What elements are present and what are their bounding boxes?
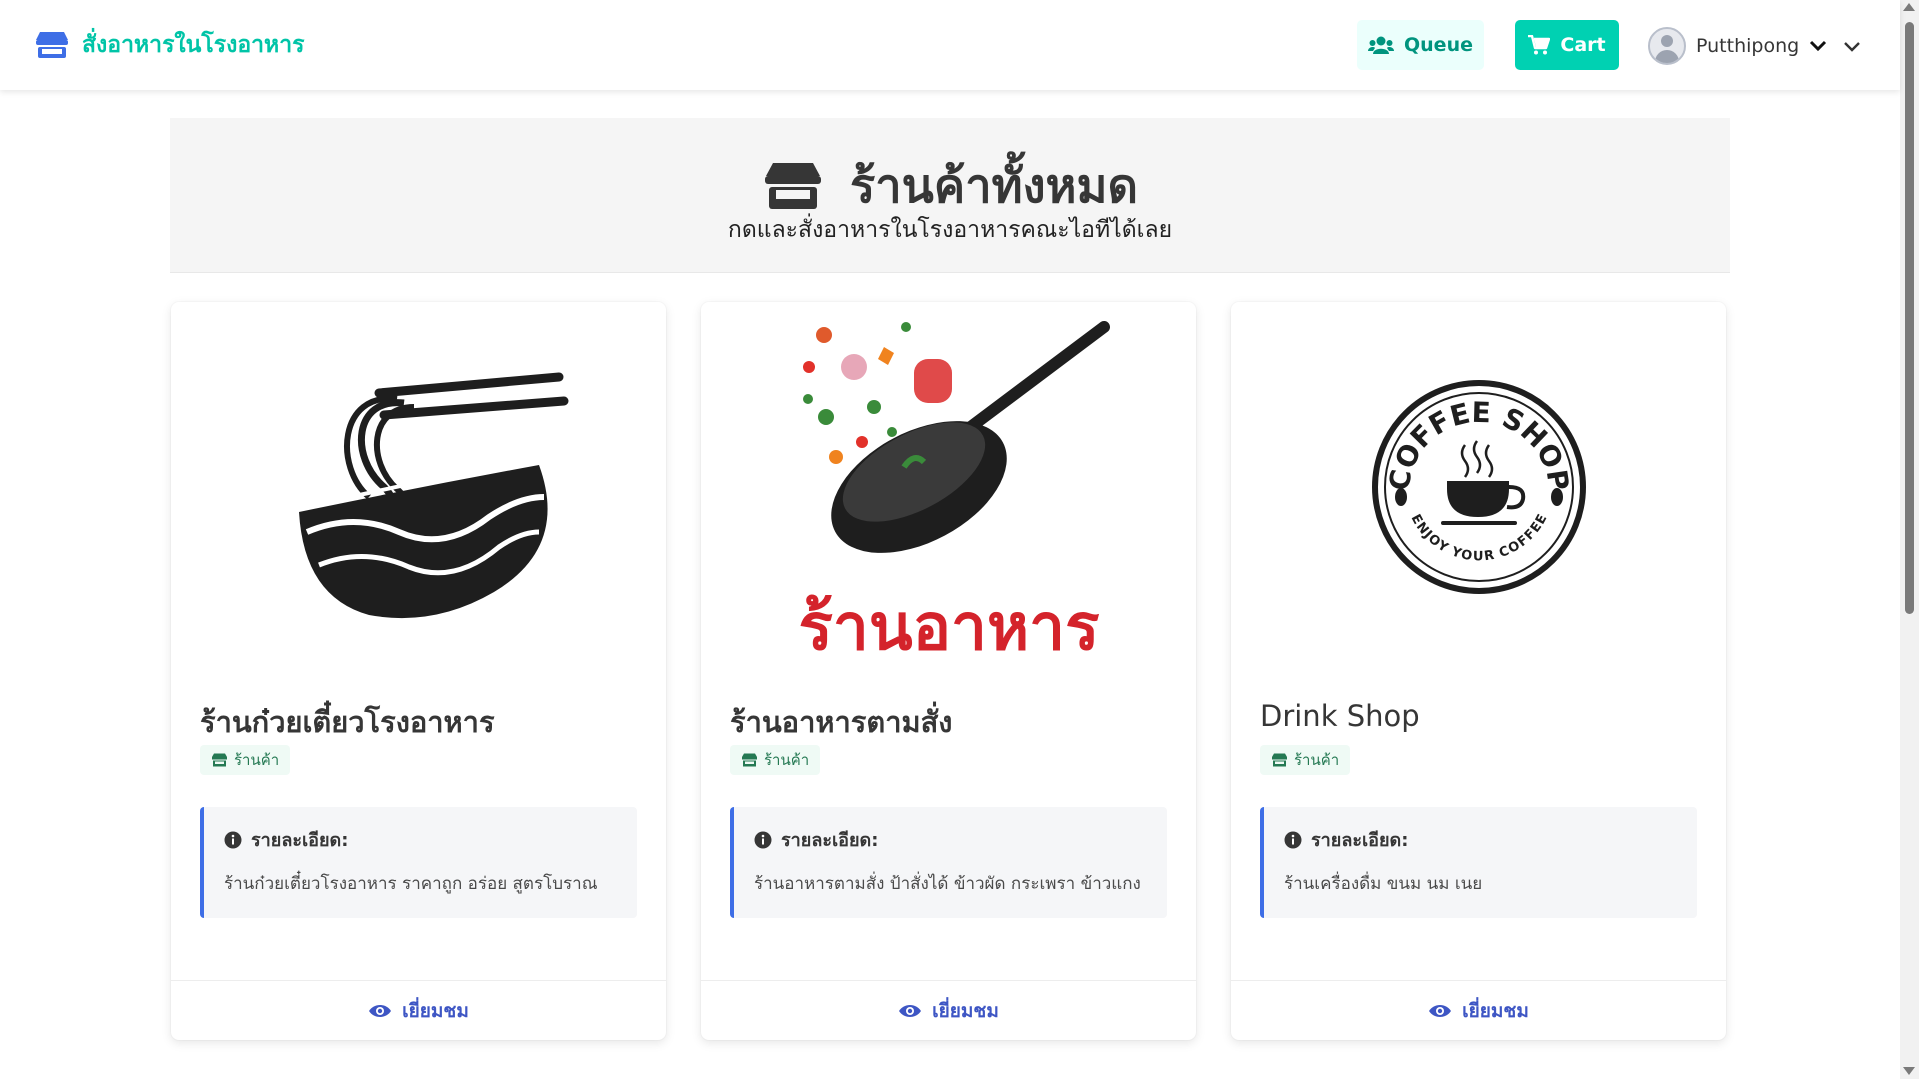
info-icon <box>1284 831 1302 848</box>
shop-image: COFFEE SHOP ENJOY YOUR COFFEE <box>1231 302 1726 672</box>
eye-icon <box>899 1005 922 1017</box>
brand-title: สั่งอาหารในโรงอาหาร <box>82 32 305 58</box>
description-label: รายละเอียด: <box>781 830 879 851</box>
page-scrollbar[interactable] <box>1900 0 1919 1079</box>
description-header: รายละเอียด: <box>1284 825 1677 854</box>
description-label: รายละเอียด: <box>251 830 349 851</box>
shop-tag: ร้านค้า <box>1260 745 1351 775</box>
coffee-shop-logo: COFFEE SHOP ENJOY YOUR COFFEE <box>1371 380 1586 594</box>
avatar <box>1648 27 1686 65</box>
wok-restaurant-logo: ร้านอาหาร <box>798 321 1110 665</box>
visit-label: เยี่ยมชม <box>1462 1000 1529 1022</box>
shop-image: ร้านอาหาร <box>701 302 1196 672</box>
brand-link[interactable]: สั่งอาหารในโรงอาหาร <box>34 27 304 63</box>
shop-card: ร้านอาหาร ร้านอาหารตามสั่ง ร้านค้า รายละ… <box>701 302 1196 1040</box>
visit-button[interactable]: เยี่ยมชม <box>1231 980 1726 1041</box>
queue-label: Queue <box>1404 34 1473 56</box>
scroll-thumb[interactable] <box>1905 22 1914 614</box>
description-header: รายละเอียด: <box>224 825 617 854</box>
info-icon <box>224 831 242 848</box>
page-subtitle: กดและสั่งอาหารในโรงอาหารคณะไอทีได้เลย <box>727 217 1173 243</box>
restaurant-logo-text: ร้านอาหาร <box>798 591 1099 665</box>
shop-title: Drink Shop <box>1260 699 1420 733</box>
shop-card: ร้านก๋วยเตี๋ยวโรงอาหาร ร้านค้า รายละเอีย… <box>171 302 666 1040</box>
cart-button[interactable]: Cart <box>1515 20 1619 70</box>
user-menu[interactable]: Putthipong <box>1648 24 1861 68</box>
shop-card: COFFEE SHOP ENJOY YOUR COFFEE Drink Shop… <box>1231 302 1726 1040</box>
hero-banner: ร้านค้าทั้งหมด กดและสั่งอาหารในโรงอาหารค… <box>170 118 1730 273</box>
shop-image <box>171 302 666 672</box>
top-navbar: สั่งอาหารในโรงอาหาร Queue Cart Putthipon… <box>0 0 1900 90</box>
shop-description: ร้านอาหารตามสั่ง ป้าสั่งได้ ข้าวผัด กระเ… <box>754 874 1141 894</box>
shop-description-box: รายละเอียด: ร้านอาหารตามสั่ง ป้าสั่งได้ … <box>730 807 1167 918</box>
scroll-down-arrow[interactable] <box>1903 1067 1915 1075</box>
store-icon <box>764 162 821 209</box>
store-icon <box>36 32 68 58</box>
visit-button[interactable]: เยี่ยมชม <box>701 980 1196 1041</box>
shop-description-box: รายละเอียด: ร้านเครื่องดื่ม ขนม นม เนย <box>1260 807 1697 918</box>
description-label: รายละเอียด: <box>1311 830 1409 851</box>
shop-tag: ร้านค้า <box>730 745 821 775</box>
visit-label: เยี่ยมชม <box>932 1000 999 1022</box>
shop-tag-label: ร้านค้า <box>1294 751 1340 769</box>
scroll-up-arrow[interactable] <box>1903 3 1915 11</box>
shop-tag: ร้านค้า <box>200 745 291 775</box>
visit-label: เยี่ยมชม <box>402 1000 469 1022</box>
user-name: Putthipong <box>1696 35 1800 57</box>
cart-label: Cart <box>1560 34 1606 56</box>
store-icon <box>212 753 227 767</box>
shop-tag-label: ร้านค้า <box>234 751 280 769</box>
cart-icon <box>1528 35 1551 55</box>
info-icon <box>754 831 772 848</box>
noodle-bowl-logo <box>298 372 568 619</box>
store-icon <box>742 753 757 767</box>
visit-button[interactable]: เยี่ยมชม <box>171 980 666 1041</box>
shop-tag-label: ร้านค้า <box>764 751 810 769</box>
users-icon <box>1368 36 1394 54</box>
chevron-down-icon[interactable] <box>1843 40 1861 52</box>
description-header: รายละเอียด: <box>754 825 1147 854</box>
chevron-down-icon <box>1810 40 1827 52</box>
eye-icon <box>369 1005 392 1017</box>
shop-title: ร้านอาหารตามสั่ง <box>730 705 953 739</box>
queue-button[interactable]: Queue <box>1357 20 1484 70</box>
shop-description: ร้านก๋วยเตี๋ยวโรงอาหาร ราคาถูก อร่อย สูต… <box>224 874 598 894</box>
shop-description: ร้านเครื่องดื่ม ขนม นม เนย <box>1284 874 1483 894</box>
eye-icon <box>1429 1005 1452 1017</box>
store-icon <box>1272 753 1287 767</box>
shop-title: ร้านก๋วยเตี๋ยวโรงอาหาร <box>200 705 495 739</box>
shop-description-box: รายละเอียด: ร้านก๋วยเตี๋ยวโรงอาหาร ราคาถ… <box>200 807 637 918</box>
